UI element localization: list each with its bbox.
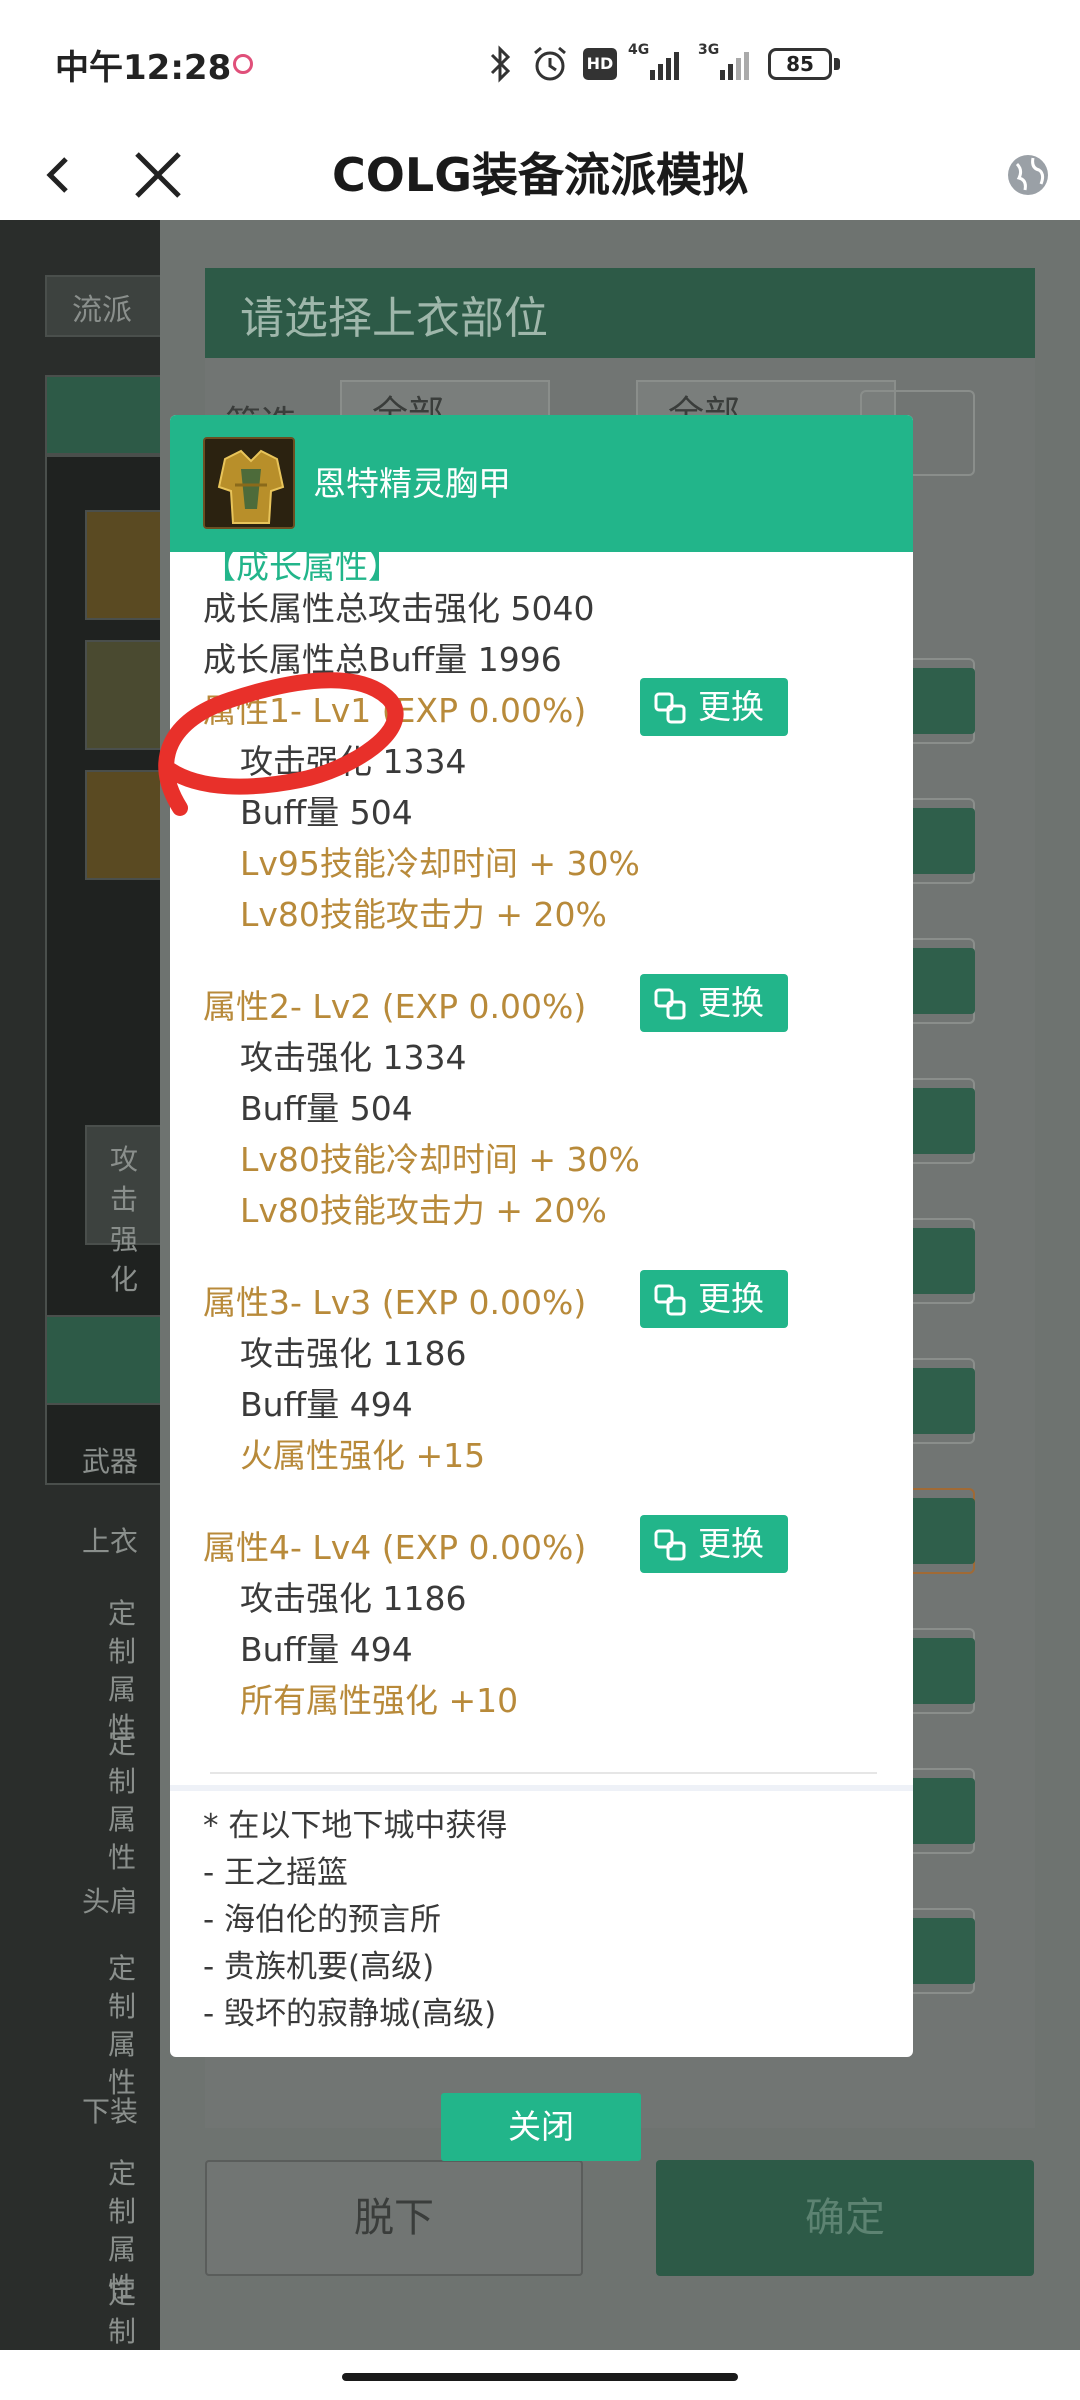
background-equip-icon: [85, 640, 165, 750]
attribute-buff: Buff量 504: [240, 1089, 413, 1128]
title-bar: COLG装备流派模拟: [0, 130, 1080, 220]
attribute-title: 属性3- Lv3 (EXP 0.00%): [203, 1283, 587, 1322]
confirm-button[interactable]: 确定: [656, 2160, 1034, 2276]
attribute-extra: Lv80技能攻击力 + 20%: [240, 1191, 607, 1230]
alarm-icon: [534, 46, 566, 81]
chest-armor-icon: [205, 439, 293, 527]
attribute-extra: Lv95技能冷却时间 + 30%: [240, 844, 640, 883]
background-label-weapon: 武器: [82, 1445, 139, 1478]
background-equip-icon: [85, 770, 165, 880]
status-time: 中午12:28: [55, 48, 232, 88]
drop-location: - 毁坏的寂静城(高级): [203, 1996, 497, 2032]
home-indicator[interactable]: [342, 2373, 738, 2381]
battery-tip: [834, 58, 840, 70]
battery-icon: 85: [768, 48, 832, 80]
attribute-buff: Buff量 504: [240, 793, 413, 832]
attribute-title: 属性2- Lv2 (EXP 0.00%): [203, 987, 587, 1026]
modal-header: 恩特精灵胸甲: [170, 415, 913, 552]
attribute-buff: Buff量 494: [240, 1630, 413, 1669]
swap-icon: [654, 988, 686, 1020]
swap-label: 更换: [698, 687, 764, 726]
signal-icon-2: [720, 52, 749, 80]
background-equip-icon: [85, 510, 165, 620]
bluetooth-icon: [490, 45, 511, 83]
background-label-custom: 定制属性: [108, 1727, 137, 1874]
attribute-attack: 攻击强化 1334: [240, 742, 467, 781]
background-label-custom: 定制属性: [108, 2277, 137, 2348]
drop-source-header: * 在以下地下城中获得: [203, 1808, 508, 1844]
growth-total-attack: 成长属性总攻击强化 5040: [203, 589, 595, 628]
unequip-button[interactable]: 脱下: [205, 2160, 583, 2276]
growth-total-buff: 成长属性总Buff量 1996: [203, 640, 562, 679]
attribute-attack: 攻击强化 1334: [240, 1038, 467, 1077]
item-detail-modal: 恩特精灵胸甲 【成长属性】 成长属性总攻击强化 5040 成长属性总Buff量 …: [170, 415, 913, 2057]
swap-label: 更换: [698, 983, 764, 1022]
background-label-shoulder: 头肩: [82, 1885, 139, 1918]
signal-icon: [650, 52, 679, 80]
attribute-buff: Buff量 494: [240, 1385, 413, 1424]
divider: [170, 1785, 913, 1791]
swap-button[interactable]: 更换: [640, 1515, 788, 1573]
background-label-top: 上衣: [82, 1525, 139, 1558]
drop-location: - 贵族机要(高级): [203, 1949, 435, 1985]
background-tab-label: 流派: [72, 293, 132, 328]
close-modal-button[interactable]: 关闭: [441, 2093, 641, 2161]
background-sheet-title: 请选择上衣部位: [240, 293, 548, 344]
background-section-head-2: [45, 1315, 165, 1405]
growth-section-header: 【成长属性】: [203, 547, 401, 586]
attribute-extra: Lv80技能冷却时间 + 30%: [240, 1140, 640, 1179]
status-bar: 中午12:28 HD 4G 3G 85: [0, 0, 1080, 130]
background-section-head: [45, 375, 165, 455]
swap-button[interactable]: 更换: [640, 678, 788, 736]
swap-button[interactable]: 更换: [640, 1270, 788, 1328]
attribute-extra: Lv80技能攻击力 + 20%: [240, 895, 607, 934]
divider: [210, 1772, 877, 1774]
swap-button[interactable]: 更换: [640, 974, 788, 1032]
attribute-attack: 攻击强化 1186: [240, 1579, 467, 1618]
swap-icon: [654, 1529, 686, 1561]
page-title: COLG装备流派模拟: [332, 148, 748, 202]
background-attr-label: 攻击强化: [110, 1143, 139, 1296]
attribute-extra: 所有属性强化 +10: [240, 1681, 519, 1720]
notification-icon: [233, 54, 253, 74]
attribute-title: 属性1- Lv1 (EXP 0.00%): [203, 691, 587, 730]
hd-icon: HD: [583, 48, 617, 80]
swap-label: 更换: [698, 1524, 764, 1563]
swap-icon: [654, 1284, 686, 1316]
background-label-custom: 定制属性: [108, 1952, 137, 2099]
attribute-title: 属性4- Lv4 (EXP 0.00%): [203, 1528, 587, 1567]
attribute-extra: 火属性强化 +15: [240, 1436, 486, 1475]
globe-icon[interactable]: [1003, 150, 1053, 200]
swap-label: 更换: [698, 1279, 764, 1318]
drop-location: - 海伯伦的预言所: [203, 1902, 442, 1938]
drop-location: - 王之摇篮: [203, 1855, 349, 1891]
item-icon: [203, 437, 295, 529]
item-name: 恩特精灵胸甲: [313, 464, 511, 503]
attribute-attack: 攻击强化 1186: [240, 1334, 467, 1373]
swap-icon: [654, 692, 686, 724]
background-label-pants: 下装: [82, 2095, 139, 2128]
